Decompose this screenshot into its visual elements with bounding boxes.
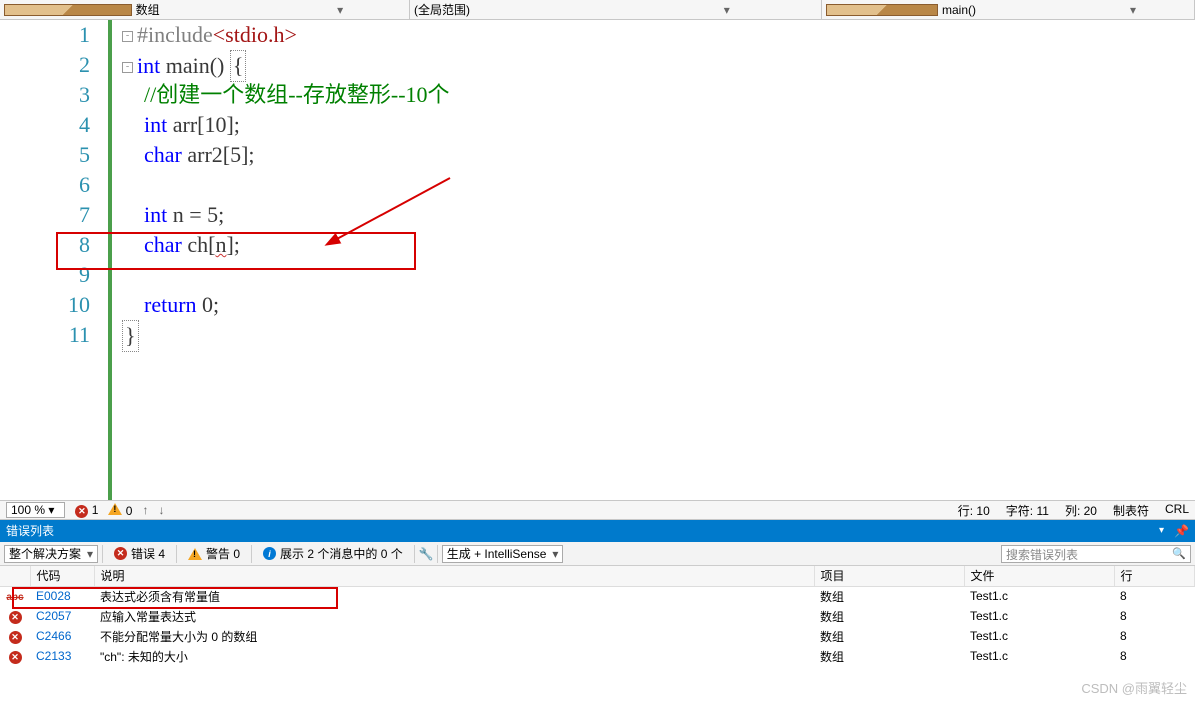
error-line: 8 <box>1114 646 1195 666</box>
warning-icon <box>188 548 202 560</box>
scope-combo-3[interactable]: main() ▾ <box>822 0 1195 19</box>
chevron-down-icon: ▾ <box>275 3 405 17</box>
chevron-down-icon: ▾ <box>1076 3 1190 17</box>
intellisense-error-icon: abc <box>6 592 23 603</box>
editor-status-bar: 100 % ▾ ✕ 1 0 ↑ ↓ 行: 10 字符: 11 列: 20 制表符… <box>0 500 1195 520</box>
error-file: Test1.c <box>964 646 1114 666</box>
code-editor[interactable]: 123 456 789 1011 -#include<stdio.h> -int… <box>0 20 1195 500</box>
error-icon: ✕ <box>9 631 22 644</box>
chevron-down-icon: ▾ <box>637 3 818 17</box>
error-code: C2057 <box>30 606 94 626</box>
error-row[interactable]: ✕ C2466不能分配常量大小为 0 的数组数组Test1.c8 <box>0 626 1195 646</box>
error-code: E0028 <box>30 586 94 606</box>
error-file: Test1.c <box>964 626 1114 646</box>
filter-icon[interactable]: 🔧 <box>419 547 433 561</box>
warning-icon <box>108 503 122 515</box>
error-row[interactable]: abc E0028表达式必须含有常量值数组Test1.c8 <box>0 586 1195 606</box>
error-icon: ✕ <box>9 651 22 664</box>
error-list-title: 错误列表 <box>6 520 1159 542</box>
error-list-grid-wrap: 代码 说明 项目 文件 行 abcE0028表达式必须含有常量值数组Test1.… <box>0 566 1195 666</box>
error-proj: 数组 <box>814 626 964 646</box>
cube-icon <box>826 4 938 16</box>
col-proj[interactable]: 项目 <box>814 566 964 586</box>
error-line: 8 <box>1114 626 1195 646</box>
col-line[interactable]: 行 <box>1114 566 1195 586</box>
cursor-char: 字符: 11 <box>1006 502 1049 519</box>
nav-up-button[interactable]: ↑ <box>142 503 148 517</box>
error-desc: 应输入常量表达式 <box>94 606 814 626</box>
col-desc[interactable]: 说明 <box>94 566 814 586</box>
cursor-col: 列: 20 <box>1065 502 1097 519</box>
error-proj: 数组 <box>814 586 964 606</box>
filter-messages-button[interactable]: i展示 2 个消息中的 0 个 <box>256 544 410 564</box>
navigation-bar: 数组 ▾ (全局范围) ▾ main() ▾ <box>0 0 1195 20</box>
col-code[interactable]: 代码 <box>30 566 94 586</box>
nav-down-button[interactable]: ↓ <box>158 503 164 517</box>
scope-combo-2-text: (全局范围) <box>414 1 637 18</box>
error-icon: ✕ <box>9 611 22 624</box>
col-file[interactable]: 文件 <box>964 566 1114 586</box>
error-desc: 不能分配常量大小为 0 的数组 <box>94 626 814 646</box>
error-code: C2466 <box>30 626 94 646</box>
status-warning-count[interactable]: 0 <box>108 503 132 518</box>
panel-menu-icon[interactable]: ▾ <box>1159 520 1164 542</box>
zoom-combo[interactable]: 100 % ▾ <box>6 502 65 518</box>
build-source-combo[interactable]: 生成 + IntelliSense <box>442 545 564 563</box>
error-icon: ✕ <box>114 547 127 560</box>
scope-combo-1-text: 数组 <box>136 1 276 18</box>
fold-icon[interactable]: - <box>122 31 133 42</box>
error-line: 8 <box>1114 606 1195 626</box>
pin-icon[interactable]: 📌 <box>1174 520 1189 542</box>
scope-combo[interactable]: 整个解决方案 <box>4 545 98 563</box>
line-gutter: 123 456 789 1011 <box>0 20 108 500</box>
error-proj: 数组 <box>814 646 964 666</box>
error-icon: ✕ <box>75 505 88 518</box>
error-code: C2133 <box>30 646 94 666</box>
error-list-header[interactable]: 错误列表 ▾ 📌 <box>0 520 1195 542</box>
error-file: Test1.c <box>964 606 1114 626</box>
cube-icon <box>4 4 132 16</box>
error-line: 8 <box>1114 586 1195 606</box>
cursor-line: 行: 10 <box>958 502 990 519</box>
scope-combo-2[interactable]: (全局范围) ▾ <box>410 0 822 19</box>
line-ending[interactable]: CRL <box>1165 502 1189 519</box>
tab-mode: 制表符 <box>1113 502 1149 519</box>
scope-combo-3-text: main() <box>942 3 1076 17</box>
code-area[interactable]: -#include<stdio.h> -int main() { //创建一个数… <box>112 20 1195 500</box>
filter-warnings-button[interactable]: 警告 0 <box>181 544 247 564</box>
error-list-toolbar: 整个解决方案 ✕错误 4 警告 0 i展示 2 个消息中的 0 个 🔧 生成 +… <box>0 542 1195 566</box>
scope-combo-1[interactable]: 数组 ▾ <box>0 0 410 19</box>
search-errors-input[interactable]: 搜索错误列表 <box>1001 545 1191 563</box>
fold-icon[interactable]: - <box>122 62 133 73</box>
error-row[interactable]: ✕ C2057应输入常量表达式数组Test1.c8 <box>0 606 1195 626</box>
error-desc: "ch": 未知的大小 <box>94 646 814 666</box>
error-desc: 表达式必须含有常量值 <box>94 586 814 606</box>
status-error-count[interactable]: ✕ 1 <box>75 503 98 518</box>
error-proj: 数组 <box>814 606 964 626</box>
error-file: Test1.c <box>964 586 1114 606</box>
error-list-grid[interactable]: 代码 说明 项目 文件 行 abcE0028表达式必须含有常量值数组Test1.… <box>0 566 1195 666</box>
info-icon: i <box>263 547 276 560</box>
error-row[interactable]: ✕ C2133"ch": 未知的大小数组Test1.c8 <box>0 646 1195 666</box>
watermark: CSDN @雨翼轻尘 <box>1081 678 1187 697</box>
filter-errors-button[interactable]: ✕错误 4 <box>107 544 172 564</box>
